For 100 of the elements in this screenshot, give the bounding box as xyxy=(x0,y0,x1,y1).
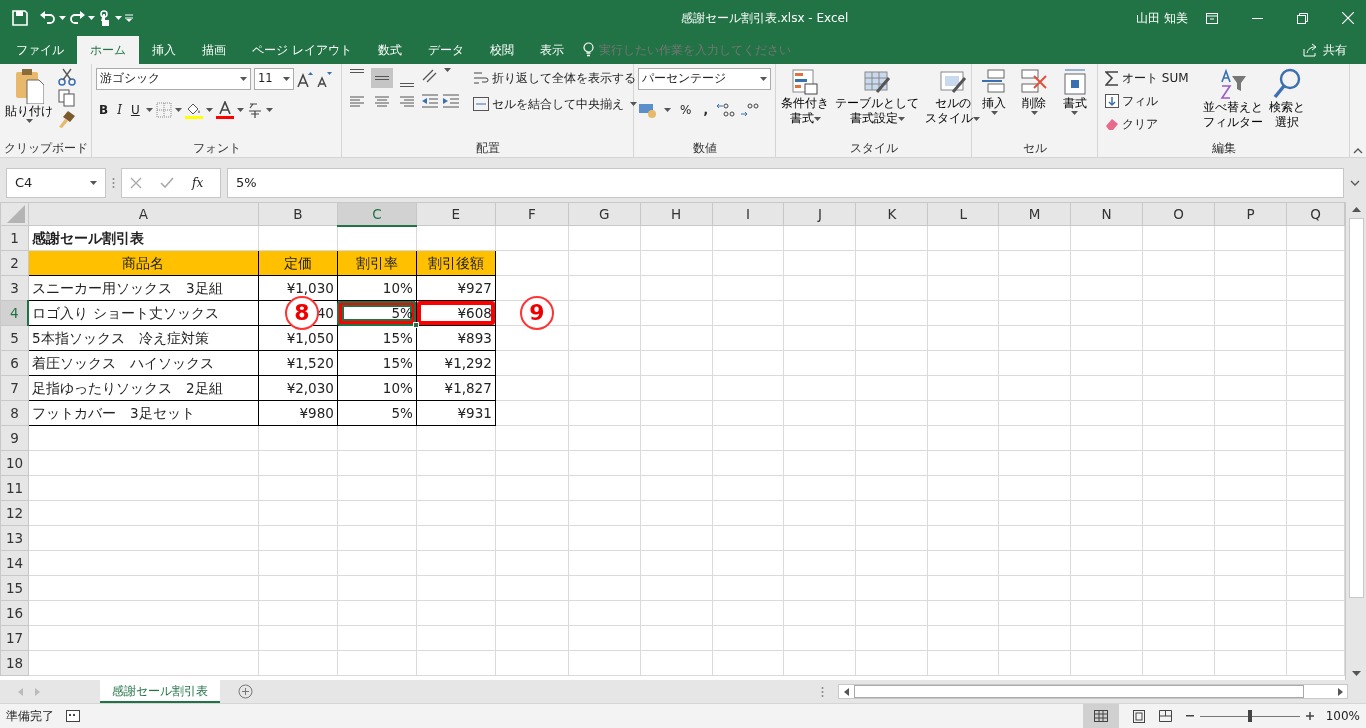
cells-button[interactable]: 書式 xyxy=(1059,68,1090,141)
add-sheet-icon[interactable] xyxy=(238,684,253,699)
vertical-align-button[interactable] xyxy=(371,68,393,88)
insert-function-button[interactable]: fx xyxy=(192,174,204,192)
increase-decimal-icon[interactable] xyxy=(716,102,735,118)
scroll-right-icon[interactable] xyxy=(1338,687,1343,696)
undo-icon[interactable] xyxy=(40,11,56,25)
paste-button[interactable]: 貼り付け xyxy=(4,68,54,141)
font-color-icon[interactable] xyxy=(215,101,234,119)
sheet-tab[interactable]: 感謝セール割引表 xyxy=(100,680,220,703)
ribbon-display-icon[interactable] xyxy=(1206,12,1218,24)
restore-icon[interactable] xyxy=(1297,12,1308,24)
table-cell[interactable]: 15% xyxy=(337,350,417,376)
table-cell[interactable]: 10% xyxy=(337,275,417,301)
scroll-thumb[interactable] xyxy=(1348,218,1364,598)
row-header[interactable]: 13 xyxy=(0,525,29,551)
scroll-thumb[interactable] xyxy=(854,685,1304,698)
column-header[interactable]: Q xyxy=(1286,202,1345,226)
check-icon[interactable] xyxy=(160,177,174,189)
zoom-in-icon[interactable] xyxy=(1305,712,1314,720)
ribbon-tab[interactable]: 表示 xyxy=(526,36,577,64)
table-cell[interactable]: ¥1,292 xyxy=(416,350,496,376)
save-icon[interactable] xyxy=(12,10,28,26)
ribbon-tab[interactable]: ファイル xyxy=(3,36,77,64)
merge-center-button[interactable]: セルを結合して中央揃え xyxy=(470,94,627,114)
table-cell[interactable]: 着圧ソックス ハイソックス xyxy=(28,350,259,376)
name-box[interactable]: C4 xyxy=(6,168,106,198)
row-header[interactable]: 10 xyxy=(0,450,29,476)
ribbon-tab[interactable]: 数式 xyxy=(364,36,415,64)
font-name-field[interactable]: 游ゴシック xyxy=(96,68,251,90)
decrease-font-icon[interactable] xyxy=(316,71,332,87)
row-header[interactable]: 15 xyxy=(0,575,29,601)
column-header[interactable]: M xyxy=(998,202,1071,226)
fill-button[interactable]: フィル xyxy=(1102,91,1192,111)
table-cell[interactable]: 5本指ソックス 冷え症対策 xyxy=(28,325,259,351)
row-header[interactable]: 17 xyxy=(0,625,29,651)
scissors-icon[interactable] xyxy=(58,68,76,86)
row-header[interactable]: 5 xyxy=(0,325,29,351)
table-cell[interactable]: ¥931 xyxy=(416,400,496,426)
minimize-icon[interactable] xyxy=(1252,17,1263,19)
ribbon-tab[interactable]: 校閲 xyxy=(476,36,527,64)
slider-thumb[interactable] xyxy=(1247,710,1252,722)
percent-button[interactable]: % xyxy=(677,100,695,120)
row-header[interactable]: 14 xyxy=(0,550,29,576)
horizontal-scrollbar[interactable] xyxy=(838,684,1348,699)
style-button[interactable]: セルの スタイル xyxy=(924,68,981,141)
table-cell[interactable]: 足指ゆったりソックス 2足組 xyxy=(28,375,259,401)
italic-button[interactable]: I xyxy=(114,100,125,120)
row-header[interactable]: 7 xyxy=(0,375,29,401)
table-cell[interactable]: ¥893 xyxy=(416,325,496,351)
currency-icon[interactable] xyxy=(638,102,658,118)
style-button[interactable]: テーブルとして 書式設定 xyxy=(834,68,920,141)
copy-icon[interactable] xyxy=(58,89,76,107)
column-header[interactable]: I xyxy=(712,202,784,226)
page-layout-icon[interactable] xyxy=(1132,709,1145,723)
row-header[interactable]: 1 xyxy=(0,225,29,251)
clear-button[interactable]: クリア xyxy=(1102,114,1192,134)
cells-button[interactable]: 削除 xyxy=(1019,68,1050,141)
zoom-level[interactable]: 100% xyxy=(1325,707,1360,725)
ribbon-tab[interactable]: 挿入 xyxy=(139,36,189,64)
table-cell[interactable]: 感謝セール割引表 xyxy=(28,225,259,251)
ribbon-tab[interactable]: 描画 xyxy=(189,36,239,64)
table-cell[interactable]: スニーカー用ソックス 3足組 xyxy=(28,275,259,301)
cells-button[interactable]: 挿入 xyxy=(979,68,1010,141)
table-cell[interactable]: ¥608 xyxy=(416,300,496,326)
share-button[interactable]: 共有 xyxy=(1290,36,1360,64)
font-size-field[interactable]: 11 xyxy=(254,68,294,90)
column-header[interactable]: E xyxy=(416,202,496,226)
ribbon-tab[interactable]: ページ レイアウト xyxy=(239,36,365,64)
scroll-down-icon[interactable] xyxy=(1351,671,1361,676)
row-header[interactable]: 3 xyxy=(0,275,29,301)
table-cell[interactable]: フットカバー 3足セット xyxy=(28,400,259,426)
expand-icon[interactable] xyxy=(1350,180,1360,186)
zoom-slider[interactable] xyxy=(1199,710,1300,722)
ribbon-tab[interactable]: データ xyxy=(414,36,477,64)
column-header[interactable]: B xyxy=(258,202,338,226)
autosum-button[interactable]: オート SUM xyxy=(1102,68,1192,88)
ribbon-tab[interactable]: ホーム xyxy=(77,36,139,64)
find-select-button[interactable]: 検索と 選択 xyxy=(1267,68,1306,141)
column-header[interactable]: J xyxy=(784,202,856,226)
column-header[interactable]: G xyxy=(568,202,641,226)
row-header[interactable]: 16 xyxy=(0,600,29,626)
table-cell[interactable]: ¥980 xyxy=(258,400,338,426)
close-icon[interactable] xyxy=(1342,12,1354,24)
column-header[interactable]: A xyxy=(28,202,259,226)
table-cell[interactable]: ¥1,827 xyxy=(416,375,496,401)
row-header[interactable]: 12 xyxy=(0,500,29,526)
table-cell[interactable]: ¥927 xyxy=(416,275,496,301)
formula-field[interactable]: 5% xyxy=(227,168,1344,198)
row-header[interactable]: 4 xyxy=(0,300,29,326)
row-header[interactable]: 8 xyxy=(0,400,29,426)
table-cell[interactable]: ¥1,050 xyxy=(258,325,338,351)
row-header[interactable]: 11 xyxy=(0,475,29,501)
bold-button[interactable]: B xyxy=(96,100,112,120)
scroll-left-icon[interactable] xyxy=(844,687,849,696)
page-break-icon[interactable] xyxy=(1158,710,1172,722)
redo-icon[interactable] xyxy=(69,11,85,25)
indent-increase-icon[interactable] xyxy=(442,94,460,108)
fill-handle[interactable] xyxy=(412,322,419,328)
comma-button[interactable]: , xyxy=(700,100,711,120)
